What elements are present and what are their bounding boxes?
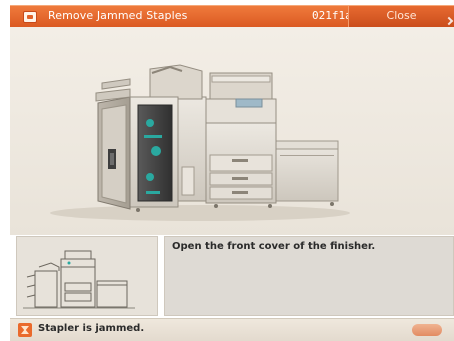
stapler-warning-icon — [18, 323, 32, 337]
status-bar: Stapler is jammed. — [10, 318, 454, 341]
instruction-text: Open the front cover of the finisher. — [172, 241, 376, 252]
lower-panel: Open the front cover of the finisher. — [10, 235, 454, 318]
status-monitor-button[interactable] — [412, 324, 442, 336]
staple-jam-icon — [23, 11, 37, 23]
overview-thumbnail — [16, 236, 158, 316]
machine-overview-diagram — [23, 250, 135, 309]
instruction-panel: Open the front cover of the finisher. — [164, 236, 454, 316]
screen: Remove Jammed Staples 021f1a Close Open … — [0, 0, 454, 341]
error-code: 021f1a — [312, 9, 352, 22]
printer-finisher-illustration — [50, 64, 350, 221]
title-bar: Remove Jammed Staples 021f1a Close — [10, 5, 454, 28]
illustration-panel — [10, 27, 454, 235]
window-title: Remove Jammed Staples — [48, 9, 188, 22]
close-button[interactable]: Close — [348, 6, 454, 28]
status-message: Stapler is jammed. — [38, 323, 145, 334]
